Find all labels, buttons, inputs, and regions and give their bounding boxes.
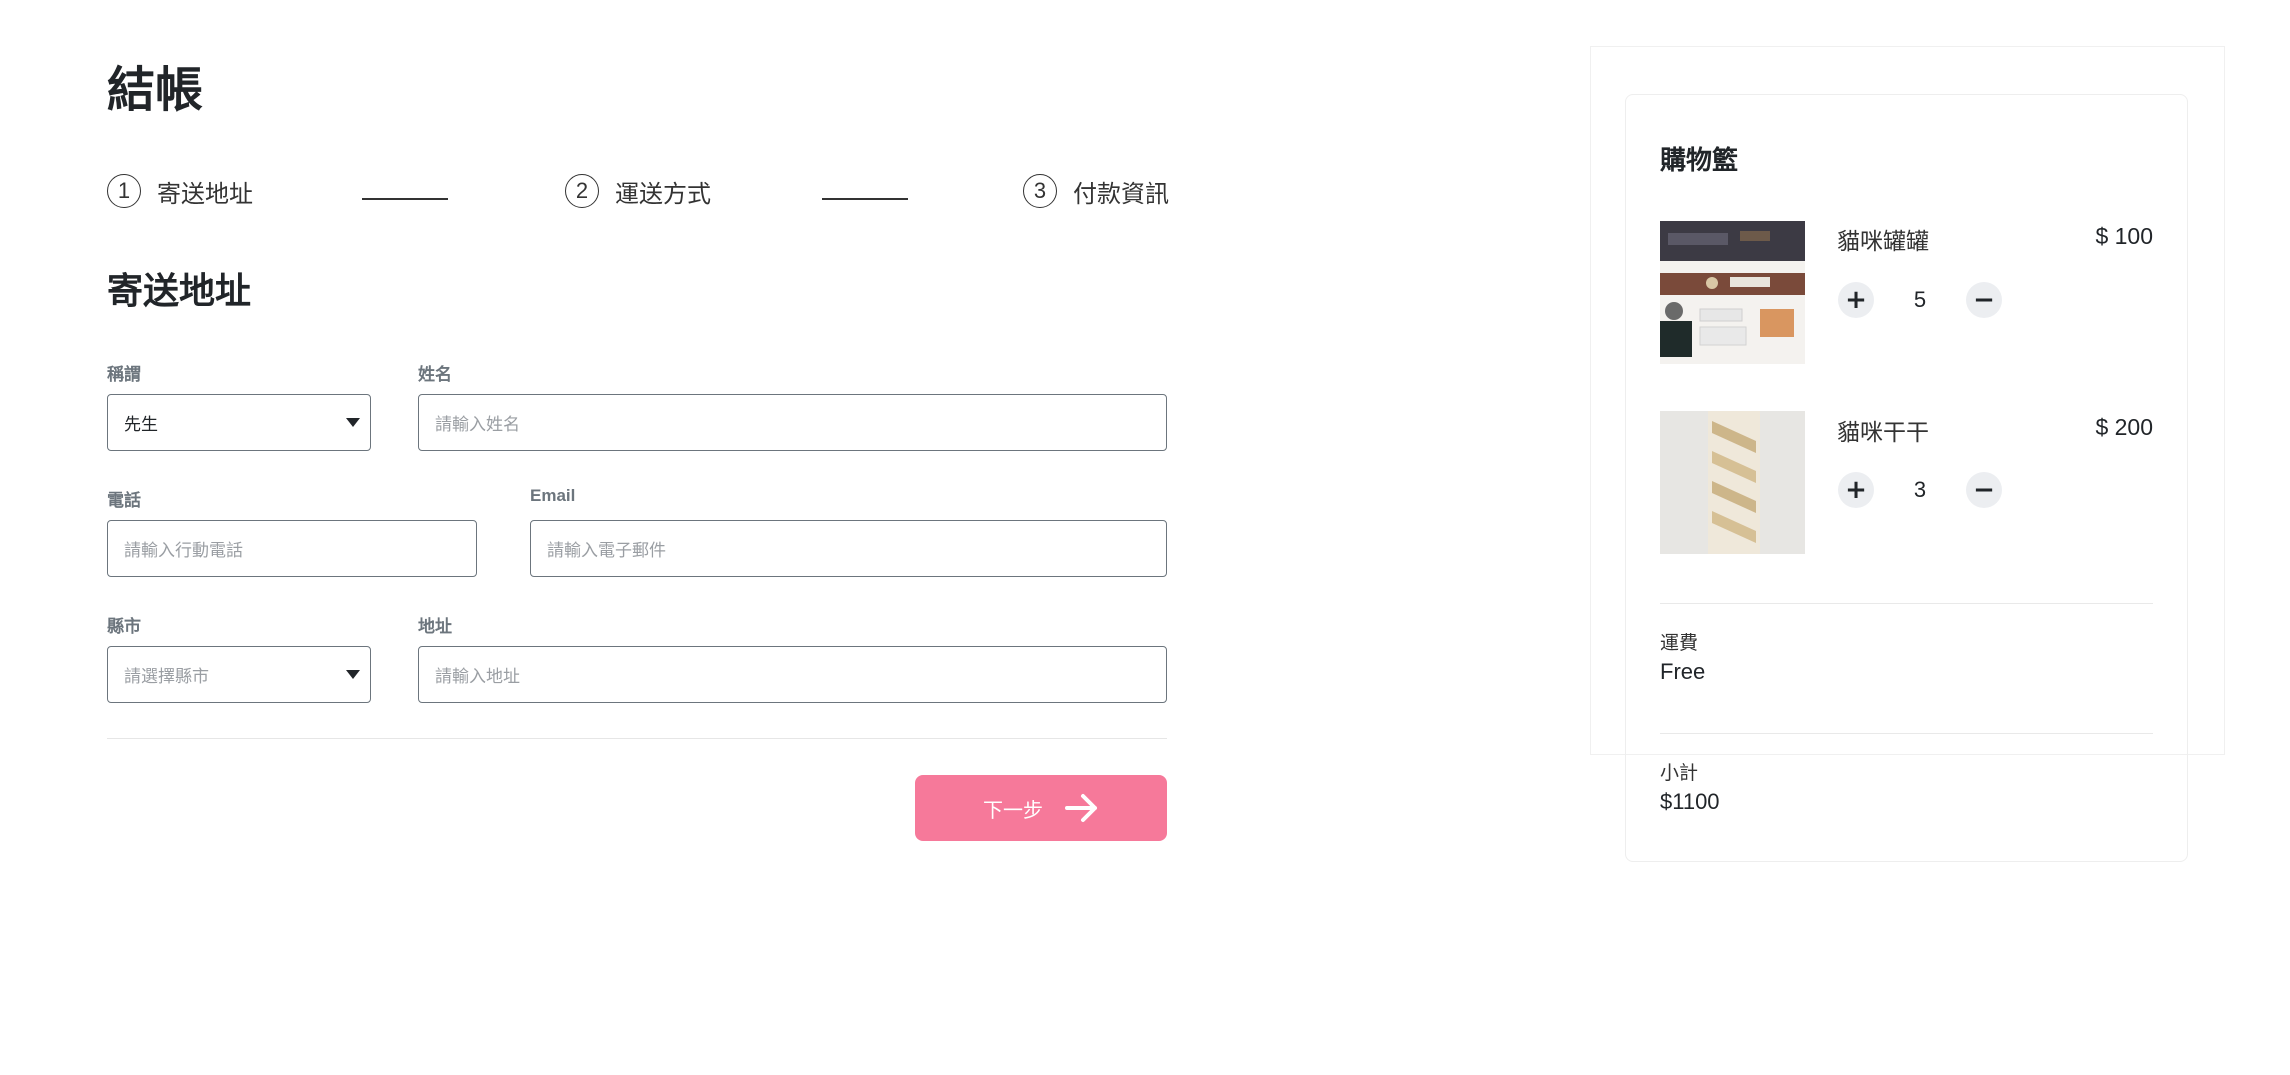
phone-input[interactable]: 請輸入行動電話 (107, 520, 477, 577)
city-label: 縣市 (107, 617, 141, 636)
address-input[interactable]: 請輸入地址 (418, 646, 1167, 703)
name-label: 姓名 (418, 365, 452, 384)
step-connector (362, 198, 448, 200)
step-connector (822, 198, 908, 200)
plus-button[interactable]: + (1838, 282, 1874, 318)
title-select-value: 先生 (124, 415, 158, 435)
phone-label: 電話 (107, 491, 141, 510)
city-select[interactable]: 請選擇縣市 (107, 646, 371, 703)
subtotal-label: 小計 (1660, 762, 1699, 784)
product-price: $ 100 (2095, 223, 2153, 249)
plus-icon: + (1845, 285, 1867, 315)
step-label: 付款資訊 (1073, 179, 1169, 208)
cart-divider (1660, 733, 2153, 734)
email-input[interactable]: 請輸入電子郵件 (530, 520, 1167, 577)
cart-divider (1660, 603, 2153, 604)
caret-down-icon (346, 418, 360, 427)
step-number: 1 (107, 174, 141, 208)
city-select-placeholder: 請選擇縣市 (124, 667, 209, 687)
step-payment: 3 付款資訊 (1023, 173, 1169, 209)
title-label: 稱謂 (107, 365, 141, 384)
title-select[interactable]: 先生 (107, 394, 371, 451)
page-title: 結帳 (107, 62, 204, 118)
form-divider (107, 738, 1167, 739)
section-title: 寄送地址 (107, 271, 252, 312)
caret-down-icon (346, 670, 360, 679)
minus-button[interactable]: − (1966, 282, 2002, 318)
product-name: 貓咪罐罐 (1837, 229, 1929, 255)
step-number: 3 (1023, 174, 1057, 208)
step-shipping-method: 2 運送方式 (565, 173, 711, 209)
step-label: 運送方式 (615, 179, 711, 208)
address-input-placeholder: 請輸入地址 (435, 667, 520, 687)
arrow-right-icon (1065, 794, 1097, 822)
address-label: 地址 (418, 617, 452, 636)
product-image (1660, 221, 1805, 364)
step-shipping-address: 1 寄送地址 (107, 173, 253, 209)
name-input-placeholder: 請輸入姓名 (435, 415, 520, 435)
minus-icon: − (1973, 475, 1995, 505)
quantity-value: 3 (1913, 477, 1927, 502)
cart-title: 購物籃 (1660, 146, 1739, 176)
step-number: 2 (565, 174, 599, 208)
product-image (1660, 411, 1805, 554)
next-step-label: 下一步 (983, 799, 1043, 822)
quantity-value: 5 (1913, 287, 1927, 312)
step-label: 寄送地址 (157, 179, 253, 208)
plus-icon: + (1845, 475, 1867, 505)
minus-button[interactable]: − (1966, 472, 2002, 508)
email-input-placeholder: 請輸入電子郵件 (547, 541, 666, 561)
phone-input-placeholder: 請輸入行動電話 (124, 541, 243, 561)
shipping-value: Free (1660, 659, 1706, 684)
product-name: 貓咪干干 (1837, 420, 1929, 446)
shipping-label: 運費 (1660, 632, 1699, 654)
plus-button[interactable]: + (1838, 472, 1874, 508)
product-price: $ 200 (2095, 414, 2153, 440)
minus-icon: − (1973, 285, 1995, 315)
next-step-button[interactable]: 下一步 (915, 775, 1167, 841)
email-label: Email (530, 486, 576, 505)
subtotal-value: $1100 (1660, 789, 1720, 814)
name-input[interactable]: 請輸入姓名 (418, 394, 1167, 451)
